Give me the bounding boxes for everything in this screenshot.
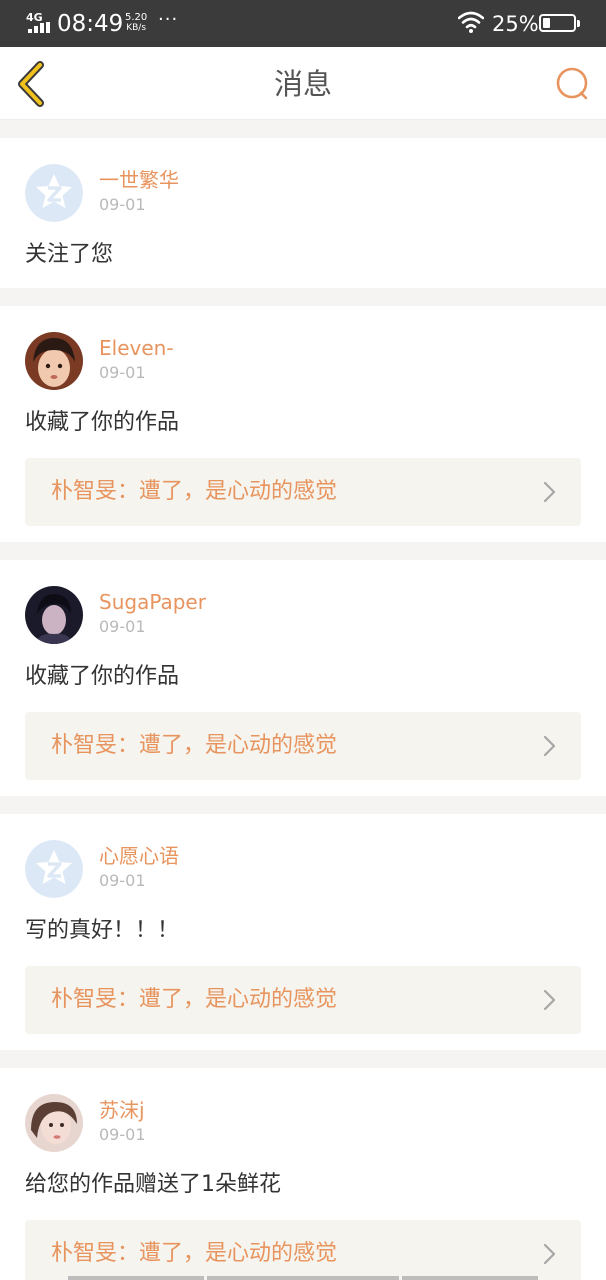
message-card[interactable]: 一世繁华 09-01 关注了您: [0, 138, 606, 288]
signal-icon: [28, 22, 50, 33]
battery-icon: [539, 14, 580, 32]
speed-unit: KB/s: [126, 23, 147, 33]
message-text: 收藏了你的作品: [25, 664, 180, 689]
message-date: 09-01: [99, 195, 146, 214]
message-card[interactable]: 苏沫j 09-01 给您的作品赠送了1朵鲜花 朴智旻：遭了，是心动的感觉: [0, 1068, 606, 1280]
work-preview-link[interactable]: 朴智旻：遭了，是心动的感觉: [25, 712, 581, 780]
nav-bar: 消息: [0, 47, 606, 120]
user-avatar[interactable]: [25, 586, 83, 644]
battery-level: [543, 18, 550, 28]
username[interactable]: 一世繁华: [99, 168, 179, 192]
work-preview-link[interactable]: 朴智旻：遭了，是心动的感觉: [25, 966, 581, 1034]
message-text: 关注了您: [25, 242, 114, 267]
work-preview-text: 朴智旻：遭了，是心动的感觉: [51, 987, 338, 1012]
search-icon[interactable]: [552, 65, 590, 103]
message-card[interactable]: Eleven- 09-01 收藏了你的作品 朴智旻：遭了，是心动的感觉: [0, 306, 606, 542]
page-title: 消息: [273, 67, 332, 101]
scroll-indicator: [68, 1276, 538, 1280]
message-date: 09-01: [99, 871, 146, 890]
work-preview-link[interactable]: 朴智旻：遭了，是心动的感觉: [25, 1220, 581, 1280]
default-avatar-icon[interactable]: [25, 164, 83, 222]
message-text: 收藏了你的作品: [25, 410, 180, 435]
username[interactable]: 心愿心语: [99, 844, 179, 868]
clock: 08:49: [57, 11, 124, 37]
message-date: 09-01: [99, 617, 146, 636]
network-speed: 5.20 KB/s: [125, 12, 147, 34]
chevron-right-icon: [543, 1243, 556, 1265]
work-preview-text: 朴智旻：遭了，是心动的感觉: [51, 1241, 338, 1266]
username[interactable]: Eleven-: [99, 336, 174, 360]
username[interactable]: SugaPaper: [99, 590, 206, 614]
username[interactable]: 苏沫j: [99, 1098, 145, 1122]
user-avatar[interactable]: [25, 1094, 83, 1152]
message-text: 给您的作品赠送了1朵鲜花: [25, 1172, 281, 1197]
work-preview-link[interactable]: 朴智旻：遭了，是心动的感觉: [25, 458, 581, 526]
message-card[interactable]: 心愿心语 09-01 写的真好！！！ 朴智旻：遭了，是心动的感觉: [0, 814, 606, 1050]
status-bar: 4G 08:49 5.20 KB/s ··· 25%: [0, 0, 606, 47]
chevron-right-icon: [543, 989, 556, 1011]
work-preview-text: 朴智旻：遭了，是心动的感觉: [51, 479, 338, 504]
user-avatar[interactable]: [25, 332, 83, 390]
battery-percent: 25%: [492, 12, 539, 36]
work-preview-text: 朴智旻：遭了，是心动的感觉: [51, 733, 338, 758]
message-list: 一世繁华 09-01 关注了您 Eleven- 09-01 收藏了你的作品 朴智…: [0, 138, 606, 1280]
chevron-right-icon: [543, 481, 556, 503]
default-avatar-icon[interactable]: [25, 840, 83, 898]
speed-value: 5.20: [125, 12, 148, 23]
message-card[interactable]: SugaPaper 09-01 收藏了你的作品 朴智旻：遭了，是心动的感觉: [0, 560, 606, 796]
message-date: 09-01: [99, 363, 146, 382]
chevron-right-icon: [543, 735, 556, 757]
message-date: 09-01: [99, 1125, 146, 1144]
message-text: 写的真好！！！: [25, 918, 180, 943]
more-notifications-icon: ···: [158, 9, 179, 30]
wifi-icon: [458, 11, 484, 33]
